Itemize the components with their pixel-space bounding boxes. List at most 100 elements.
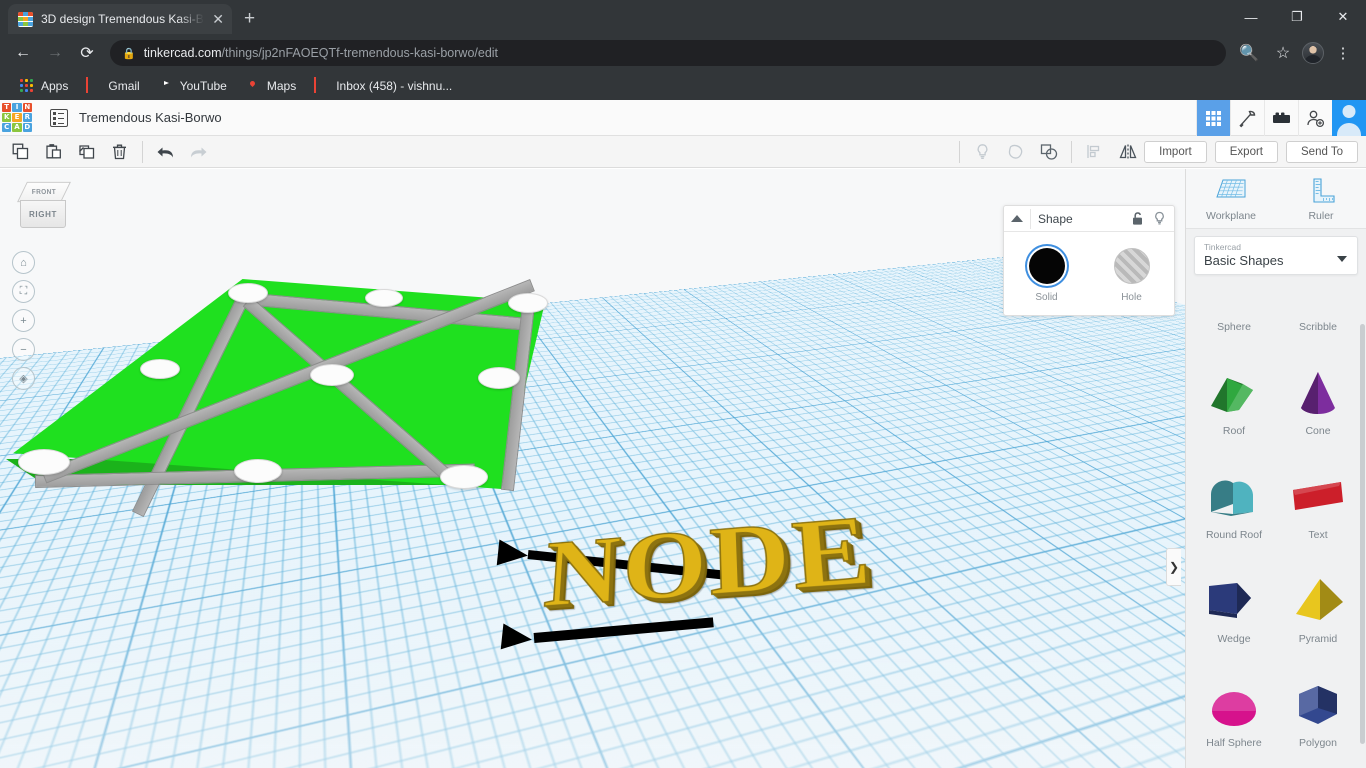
back-button[interactable]: ← bbox=[8, 38, 38, 68]
shape-item-sphere[interactable]: Sphere bbox=[1192, 302, 1276, 342]
logo-tile: R bbox=[22, 112, 32, 123]
shape-properties-panel[interactable]: Shape Solid Hole bbox=[1003, 205, 1175, 316]
bookmark-apps[interactable]: Apps bbox=[10, 75, 77, 97]
search-icon[interactable]: 🔍 bbox=[1234, 38, 1264, 68]
maps-icon bbox=[245, 78, 261, 94]
node-text-object[interactable]: NODE bbox=[540, 494, 879, 629]
maximize-button[interactable]: ❐ bbox=[1274, 0, 1320, 34]
profile-avatar[interactable] bbox=[1302, 42, 1324, 64]
browser-tab[interactable]: 3D design Tremendous Kasi-Borwo ✕ bbox=[8, 4, 232, 34]
view-cube[interactable]: FRONT RIGHT bbox=[16, 181, 72, 239]
forward-button[interactable]: → bbox=[40, 38, 70, 68]
grid-view-icon[interactable] bbox=[1196, 100, 1230, 136]
delete-icon[interactable] bbox=[103, 137, 136, 167]
shape-panel-header: Shape bbox=[1004, 206, 1174, 232]
shape-item-pyramid[interactable]: Pyramid bbox=[1276, 550, 1360, 654]
redo-icon[interactable] bbox=[182, 137, 215, 167]
bookmark-label: Maps bbox=[266, 79, 297, 93]
invite-person-icon[interactable] bbox=[1298, 100, 1332, 136]
star-icon[interactable]: ☆ bbox=[1268, 38, 1298, 68]
node-top-mid bbox=[365, 289, 403, 307]
bookmark-gmail[interactable]: Gmail bbox=[77, 75, 148, 97]
project-list-icon[interactable] bbox=[50, 108, 68, 127]
sidebar-collapse-tab[interactable]: ❯ bbox=[1166, 548, 1181, 586]
tinkercad-logo[interactable]: TINKERCAD bbox=[2, 102, 32, 133]
address-bar[interactable]: 🔒 tinkercad.com/things/jp2nFAOEQTf-treme… bbox=[110, 40, 1226, 66]
home-view-button[interactable]: ⌂ bbox=[12, 251, 35, 274]
logo-tile bbox=[28, 11, 33, 17]
shape-label: Text bbox=[1308, 529, 1328, 541]
paste-icon[interactable] bbox=[37, 137, 70, 167]
logo-tile: E bbox=[12, 112, 22, 123]
shape-item-cone[interactable]: Cone bbox=[1276, 342, 1360, 446]
shape-library-select[interactable]: Tinkercad Basic Shapes bbox=[1194, 236, 1358, 275]
solid-option[interactable]: Solid bbox=[1028, 248, 1065, 303]
chevron-down-icon[interactable] bbox=[1337, 256, 1347, 262]
ruler-label: Ruler bbox=[1308, 210, 1334, 222]
sidebar-scrollbar[interactable] bbox=[1360, 324, 1365, 744]
mirror-icon[interactable] bbox=[1111, 137, 1144, 167]
shape-item-text[interactable]: Text bbox=[1276, 446, 1360, 550]
minimize-button[interactable]: — bbox=[1228, 0, 1274, 34]
shape-thumbnail bbox=[1287, 302, 1349, 314]
blocks-icon[interactable] bbox=[1264, 100, 1298, 136]
shapes-scroll-area[interactable]: Sphere Scribble Roof Cone Round Roof Text Wedg… bbox=[1186, 302, 1366, 768]
export-button[interactable]: Export bbox=[1214, 140, 1278, 163]
shape-icon[interactable] bbox=[999, 137, 1032, 167]
reload-button[interactable]: ⟳ bbox=[72, 38, 102, 68]
shape-item-partial-10[interactable] bbox=[1192, 758, 1276, 768]
node-bot-right bbox=[440, 465, 488, 489]
shape-item-round-roof[interactable]: Round Roof bbox=[1192, 446, 1276, 550]
url-path: /things/jp2nFAOEQTf-tremendous-kasi-borw… bbox=[221, 46, 499, 60]
ruler-tool[interactable]: Ruler bbox=[1276, 177, 1366, 222]
undo-icon[interactable] bbox=[149, 137, 182, 167]
shape-label: Polygon bbox=[1299, 737, 1337, 749]
solid-swatch[interactable] bbox=[1028, 248, 1065, 284]
group-icon[interactable] bbox=[1032, 137, 1065, 167]
copy-icon[interactable] bbox=[4, 137, 37, 167]
tab-title: 3D design Tremendous Kasi-Borwo bbox=[41, 12, 204, 26]
sendto-button[interactable]: Send To bbox=[1286, 140, 1358, 163]
tab-close-icon[interactable]: ✕ bbox=[212, 12, 224, 26]
shape-item-polygon[interactable]: Polygon bbox=[1276, 654, 1360, 758]
shape-item-roof[interactable]: Roof bbox=[1192, 342, 1276, 446]
shape-item-half-sphere[interactable]: Half Sphere bbox=[1192, 654, 1276, 758]
workplane-tool[interactable]: Workplane bbox=[1186, 177, 1276, 222]
shape-item-partial-11[interactable] bbox=[1276, 758, 1360, 768]
align-icon[interactable] bbox=[1078, 137, 1111, 167]
shape-panel-title: Shape bbox=[1038, 211, 1073, 226]
url-text: tinkercad.com/things/jp2nFAOEQTf-tremend… bbox=[144, 46, 498, 60]
workplane-label: Workplane bbox=[1206, 210, 1256, 222]
logo-tile bbox=[23, 11, 28, 17]
apps-grid-icon bbox=[19, 78, 35, 94]
bookmark-globe[interactable] bbox=[461, 75, 495, 97]
view-cube-front-face[interactable]: RIGHT bbox=[20, 200, 66, 228]
bookmark-youtube[interactable]: YouTube bbox=[149, 75, 236, 97]
ruler-icon bbox=[1313, 178, 1335, 203]
codeblocks-hammer-icon[interactable] bbox=[1230, 100, 1264, 136]
shape-item-wedge[interactable]: Wedge bbox=[1192, 550, 1276, 654]
library-select-wrap: Tinkercad Basic Shapes bbox=[1186, 229, 1366, 281]
bookmarks-bar: Apps Gmail YouTube Maps Inbox (458) - vishnu… bbox=[0, 72, 1366, 100]
three-dot-menu-icon[interactable]: ⋮ bbox=[1328, 38, 1358, 68]
shape-item-scribble[interactable]: Scribble bbox=[1276, 302, 1360, 342]
logo-tile bbox=[28, 16, 33, 22]
hole-swatch[interactable] bbox=[1113, 248, 1150, 284]
bookmark-inbox-458-vishnu[interactable]: Inbox (458) - vishnu... bbox=[305, 75, 461, 97]
light-bulb-icon[interactable] bbox=[966, 137, 999, 167]
collapse-triangle-icon[interactable] bbox=[1011, 215, 1023, 222]
new-tab-button[interactable]: + bbox=[244, 9, 255, 28]
truss-model[interactable] bbox=[0, 279, 560, 529]
light-bulb-icon[interactable] bbox=[1152, 211, 1167, 226]
omnibox-actions: 🔍 ☆ ⋮ bbox=[1234, 38, 1358, 68]
logo-tile: N bbox=[22, 102, 32, 112]
unlock-icon[interactable] bbox=[1130, 211, 1145, 226]
design-name[interactable]: Tremendous Kasi-Borwo bbox=[79, 110, 222, 125]
bookmark-maps[interactable]: Maps bbox=[236, 75, 305, 97]
close-window-button[interactable]: ✕ bbox=[1320, 0, 1366, 34]
hole-option[interactable]: Hole bbox=[1113, 248, 1150, 303]
duplicate-icon[interactable] bbox=[70, 137, 103, 167]
user-avatar[interactable] bbox=[1332, 100, 1366, 136]
import-button[interactable]: Import bbox=[1144, 140, 1207, 163]
logo-tile bbox=[18, 21, 23, 27]
